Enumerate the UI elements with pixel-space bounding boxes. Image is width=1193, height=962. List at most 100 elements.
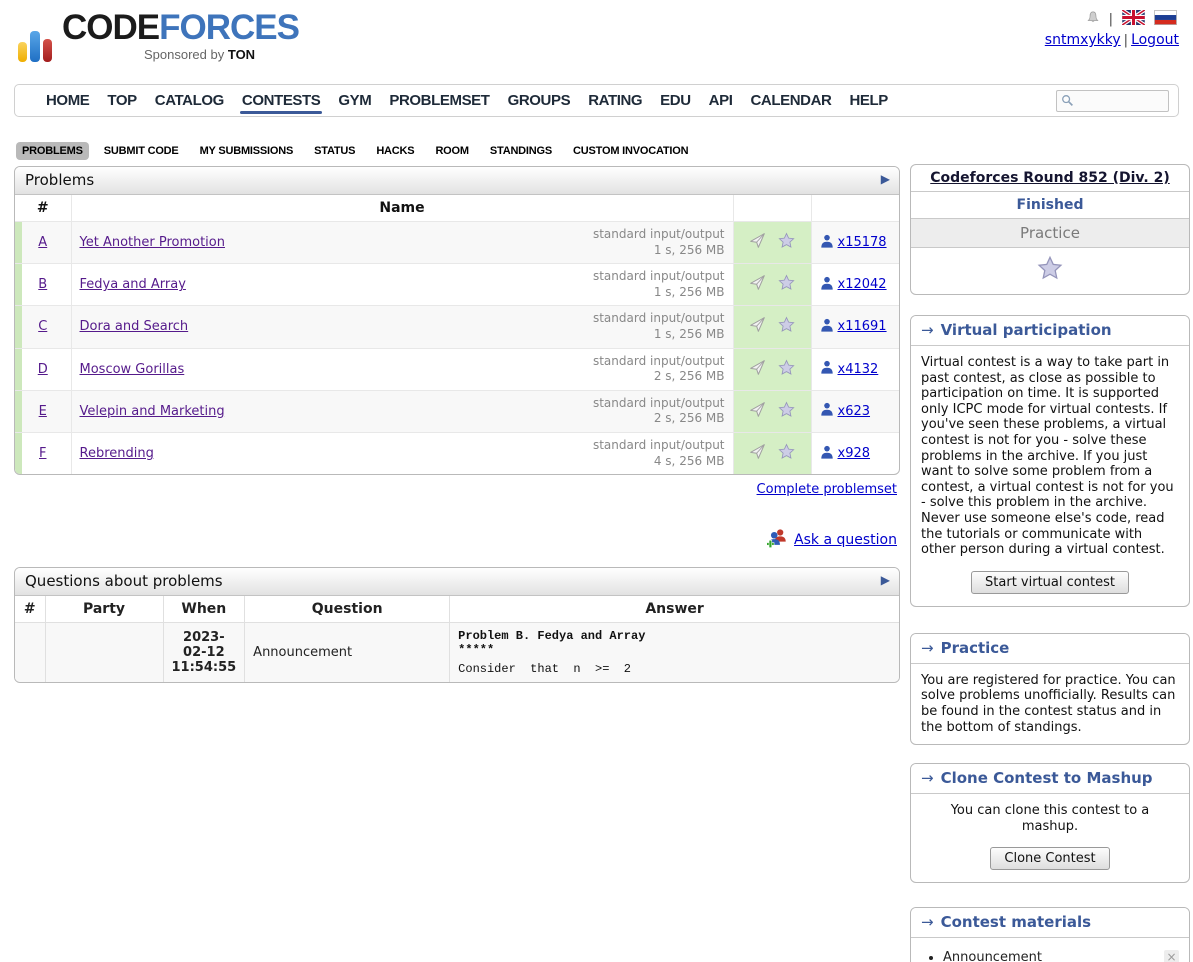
language-english-flag-icon[interactable]: [1122, 10, 1145, 29]
problem-name-link[interactable]: Moscow Gorillas: [80, 362, 185, 377]
nav-item-gym[interactable]: GYM: [329, 84, 380, 117]
favorite-star-icon[interactable]: [778, 316, 795, 337]
problem-row-b: B Fedya and Array standard input/output1…: [15, 264, 899, 306]
collapse-arrow-icon[interactable]: ▶: [881, 573, 890, 587]
favorite-star-icon[interactable]: [778, 232, 795, 253]
clone-contest-button[interactable]: Clone Contest: [990, 847, 1109, 870]
col-header-solved: [811, 195, 899, 222]
problem-limits: standard input/output2 s, 256 MB: [593, 396, 725, 427]
nav-item-groups[interactable]: GROUPS: [499, 84, 580, 117]
username-link[interactable]: sntmxykky: [1045, 32, 1121, 48]
logo-code-text: CODE: [62, 8, 159, 47]
solvers-person-icon: [820, 318, 834, 336]
collapse-arrow-icon[interactable]: ▶: [881, 172, 890, 186]
start-virtual-contest-button[interactable]: Start virtual contest: [971, 571, 1129, 594]
contest-materials-header: →Contest materials: [911, 908, 1189, 938]
header-separator: |: [1109, 12, 1113, 27]
favorite-star-icon[interactable]: [778, 443, 795, 464]
problems-header-row: # Name: [15, 195, 899, 222]
subnav-item-custom-invocation[interactable]: CUSTOM INVOCATION: [567, 142, 694, 160]
problem-name-link[interactable]: Velepin and Marketing: [80, 404, 225, 419]
subnav-item-my-submissions[interactable]: MY SUBMISSIONS: [194, 142, 300, 160]
codeforces-logo[interactable]: CODEFORCES Sponsored by TON: [18, 13, 299, 62]
contest-subnav: PROBLEMS SUBMIT CODE MY SUBMISSIONS STAT…: [16, 142, 694, 160]
solved-count-link[interactable]: x928: [838, 446, 871, 461]
language-russian-flag-icon[interactable]: [1154, 10, 1177, 29]
problem-letter-link[interactable]: D: [38, 362, 48, 377]
contest-status: Finished: [911, 191, 1189, 218]
problem-letter-link[interactable]: E: [39, 404, 47, 419]
subnav-item-standings[interactable]: STANDINGS: [484, 142, 558, 160]
problem-letter-link[interactable]: F: [39, 446, 46, 461]
right-arrow-icon: →: [921, 639, 934, 657]
nav-item-contests[interactable]: CONTESTS: [233, 84, 329, 117]
complete-problemset-row: Complete problemset: [14, 482, 897, 497]
solved-count-link[interactable]: x623: [838, 404, 871, 419]
problems-table: # Name A Yet Another Promotion standard …: [15, 195, 899, 474]
problem-letter-link[interactable]: C: [38, 319, 47, 334]
question-row: 2023-02-12 11:54:55 Announcement Problem…: [15, 623, 899, 683]
submit-plane-icon[interactable]: [749, 359, 766, 380]
contest-title-link[interactable]: Codeforces Round 852 (Div. 2): [930, 170, 1169, 186]
subnav-item-room[interactable]: ROOM: [429, 142, 474, 160]
submit-plane-icon[interactable]: [749, 274, 766, 295]
problem-name-link[interactable]: Yet Another Promotion: [80, 235, 225, 250]
contest-title-row: Codeforces Round 852 (Div. 2): [911, 165, 1189, 191]
ask-question-link[interactable]: Ask a question: [794, 532, 897, 548]
subnav-item-problems[interactable]: PROBLEMS: [16, 142, 89, 160]
questions-header-row: # Party When Question Answer: [15, 596, 899, 623]
subnav-item-hacks[interactable]: HACKS: [370, 142, 420, 160]
problem-letter-link[interactable]: A: [38, 235, 47, 250]
close-icon[interactable]: ×: [1164, 950, 1179, 962]
nav-item-calendar[interactable]: CALENDAR: [741, 84, 840, 117]
nav-item-home[interactable]: HOME: [37, 84, 98, 117]
solved-count-link[interactable]: x11691: [838, 319, 887, 334]
contest-materials-list: Announcement × Tutorial ×: [911, 950, 1189, 962]
problem-name-link[interactable]: Rebrending: [80, 446, 154, 461]
problem-name-link[interactable]: Fedya and Array: [80, 277, 186, 292]
solvers-person-icon: [820, 402, 834, 420]
contest-materials-box: →Contest materials Announcement × Tutori…: [910, 907, 1190, 962]
nav-item-rating[interactable]: RATING: [579, 84, 651, 117]
favorite-star-icon[interactable]: [778, 359, 795, 380]
nav-item-problemset[interactable]: PROBLEMSET: [380, 84, 498, 117]
search-input[interactable]: [1077, 94, 1161, 108]
submit-plane-icon[interactable]: [749, 443, 766, 464]
problem-limits: standard input/output4 s, 256 MB: [593, 438, 725, 469]
problem-row-a: A Yet Another Promotion standard input/o…: [15, 222, 899, 264]
nav-item-top[interactable]: TOP: [98, 84, 145, 117]
nav-item-edu[interactable]: EDU: [651, 84, 699, 117]
solved-count-link[interactable]: x12042: [838, 277, 887, 292]
question-type: Announcement: [245, 623, 450, 683]
submit-plane-icon[interactable]: [749, 316, 766, 337]
announcement-link[interactable]: Announcement: [943, 950, 1042, 962]
problem-row-f: F Rebrending standard input/output4 s, 2…: [15, 432, 899, 474]
nav-item-help[interactable]: HELP: [840, 84, 896, 117]
virtual-participation-header: →Virtual participation: [911, 316, 1189, 346]
search-box: [1056, 90, 1169, 112]
problem-name-link[interactable]: Dora and Search: [80, 319, 189, 334]
submit-plane-icon[interactable]: [749, 232, 766, 253]
codeforces-contest-page: CODEFORCES Sponsored by TON | sntmxykky|…: [0, 0, 1193, 962]
bell-icon[interactable]: [1086, 10, 1100, 29]
favorite-contest-star-icon[interactable]: [1037, 269, 1063, 285]
complete-problemset-link[interactable]: Complete problemset: [757, 482, 897, 497]
problems-box: Problems ▶ # Name A Yet Anoth: [14, 166, 900, 475]
submit-plane-icon[interactable]: [749, 401, 766, 422]
questions-caption: Questions about problems ▶: [15, 568, 899, 596]
ask-question-row: Ask a question: [14, 527, 897, 553]
logo-wordmark: CODEFORCES: [62, 13, 299, 43]
nav-item-api[interactable]: API: [700, 84, 742, 117]
ask-question-people-icon: [766, 527, 788, 553]
problem-letter-link[interactable]: B: [38, 277, 47, 292]
nav-item-catalog[interactable]: CATALOG: [146, 84, 233, 117]
solved-count-link[interactable]: x15178: [838, 235, 887, 250]
subnav-item-submit-code[interactable]: SUBMIT CODE: [98, 142, 185, 160]
favorite-star-icon[interactable]: [778, 401, 795, 422]
solvers-person-icon: [820, 234, 834, 252]
right-arrow-icon: →: [921, 769, 934, 787]
logout-link[interactable]: Logout: [1131, 32, 1179, 48]
subnav-item-status[interactable]: STATUS: [308, 142, 361, 160]
favorite-star-icon[interactable]: [778, 274, 795, 295]
solved-count-link[interactable]: x4132: [838, 362, 879, 377]
